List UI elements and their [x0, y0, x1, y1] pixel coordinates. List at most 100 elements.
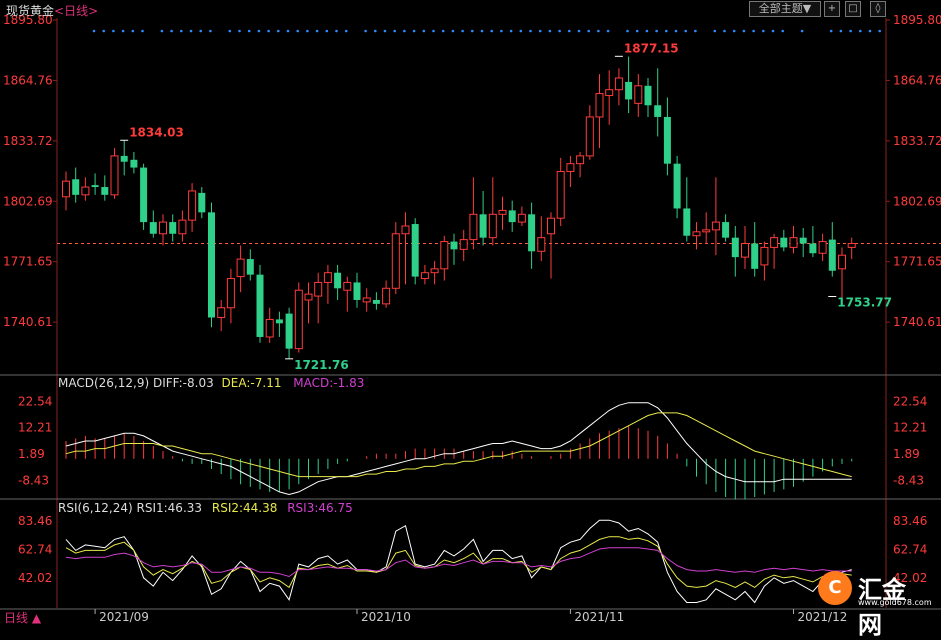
- chart-canvas[interactable]: 1895.80 1895.801864.76 1864.761833.72 1833.…: [0, 0, 941, 627]
- marker-dot: [160, 29, 164, 33]
- candle-body-up: [343, 281, 352, 291]
- candle-body-up: [391, 233, 400, 289]
- macd-tick-label-left: 12.21: [18, 421, 52, 435]
- price-tick-label-left: 1740.61: [3, 315, 53, 329]
- candle-body-down: [208, 212, 215, 318]
- marker-dot: [519, 29, 523, 33]
- marker-dot: [723, 29, 726, 33]
- date-label: 2021/10: [361, 610, 411, 624]
- marker-dot: [315, 29, 319, 33]
- candle-body-up: [226, 278, 235, 309]
- candle-body-down: [169, 222, 177, 234]
- candle-body-up: [304, 293, 313, 301]
- marker-dot: [92, 29, 96, 33]
- candle-body-up: [847, 243, 856, 248]
- marker-dot: [655, 29, 658, 33]
- marker-dot: [170, 29, 173, 33]
- rsi-legend: RSI(6,12,24) RSI1:46.33 RSI2:44.38 RSI3:…: [58, 501, 353, 515]
- candle-body-down: [198, 192, 206, 213]
- price-tick-label-right: 1802.69: [893, 194, 941, 208]
- marker-dot: [771, 29, 775, 33]
- marker-dot: [238, 29, 241, 33]
- top-bar: 现货黄金<日线> 全部主题▼ + □ ◊: [0, 0, 941, 18]
- candle-body-up: [81, 186, 90, 196]
- candle-body-down: [731, 237, 739, 258]
- macd-legend: MACD(26,12,9) DIFF:-8.03 DEA:-7.11 MACD:…: [58, 376, 364, 390]
- candle-body-down: [120, 155, 128, 162]
- candle-body-down: [256, 274, 264, 337]
- rsi-tick-label-right: 62.74: [893, 542, 927, 556]
- marker-dot: [626, 29, 629, 33]
- marker-dot: [180, 29, 183, 33]
- candle-body-down: [334, 272, 342, 289]
- marker-dot: [645, 29, 649, 33]
- marker-dot: [451, 29, 455, 33]
- candle-body-down: [72, 179, 80, 195]
- logo-icon: C: [818, 571, 852, 605]
- rsi-tick-label-left: 83.46: [18, 514, 52, 528]
- marker-dot: [403, 29, 406, 33]
- candle-body-up: [178, 219, 187, 235]
- candle-body-up: [488, 213, 497, 239]
- marker-dot: [568, 29, 571, 33]
- marker-dot: [247, 29, 251, 33]
- marker-dot: [859, 29, 862, 33]
- instrument-name: 现货黄金: [6, 4, 55, 18]
- price-tick-label-left: 1833.72: [3, 134, 53, 148]
- candle-body-up: [430, 268, 439, 274]
- marker-dot: [597, 29, 600, 33]
- date-label: 2021/12: [798, 610, 848, 624]
- candle-body-down: [683, 208, 691, 236]
- settings-icon[interactable]: ◊: [870, 1, 886, 17]
- dea-value-label: DEA:-7.11: [221, 376, 282, 390]
- price-tick-label-left: 1771.65: [3, 255, 53, 269]
- rsi2-line: [65, 536, 852, 589]
- rsi2-value-label: RSI2:44.38: [211, 501, 278, 515]
- candle-body-up: [110, 155, 119, 196]
- macd-dea-line: [65, 412, 852, 478]
- marker-dot: [674, 29, 678, 33]
- marker-dot: [752, 29, 755, 33]
- marker-dot: [742, 29, 746, 33]
- crosshair-icon[interactable]: +: [824, 1, 840, 17]
- candle-body-up: [517, 213, 526, 223]
- marker-dot: [538, 29, 542, 33]
- timeframe-selector[interactable]: 日线 ▲: [0, 610, 41, 627]
- timeframe-label[interactable]: <日线>: [54, 4, 98, 18]
- marker-dot: [374, 29, 377, 33]
- candle-body-up: [159, 221, 167, 235]
- rsi-params-label: RSI(6,12,24): [58, 501, 133, 515]
- candle-body-up: [702, 229, 711, 233]
- marker-dot: [412, 29, 416, 33]
- marker-dot: [277, 29, 280, 33]
- macd-tick-label-left: 22.54: [18, 394, 52, 408]
- candle-body-down: [828, 239, 836, 271]
- candle-body-up: [420, 272, 429, 280]
- theme-dropdown-button[interactable]: 全部主题▼: [749, 1, 821, 17]
- rsi1-value-label: RSI1:46.33: [136, 501, 203, 515]
- rsi1-line: [65, 519, 852, 604]
- marker-dot: [335, 29, 338, 33]
- marker-dot: [121, 29, 125, 33]
- candle-body-up: [741, 243, 749, 258]
- candle-body-up: [459, 239, 468, 250]
- marker-dot: [325, 29, 329, 33]
- candle-body-up: [62, 180, 70, 198]
- candle-body-down: [149, 222, 157, 234]
- marker-dot: [509, 29, 513, 33]
- candle-body-down: [140, 167, 148, 223]
- macd-value-label: MACD:-1.83: [293, 376, 365, 390]
- marker-dot: [422, 29, 426, 33]
- candle-body-up: [294, 289, 303, 350]
- expand-icon[interactable]: □: [845, 1, 861, 17]
- marker-dot: [694, 29, 697, 33]
- marker-dot: [762, 29, 765, 33]
- marker-dot: [868, 29, 872, 33]
- marker-dot: [344, 29, 348, 33]
- candle-body-down: [780, 237, 788, 248]
- rsi-tick-label-left: 62.74: [18, 542, 52, 556]
- candle-body-down: [809, 243, 817, 254]
- price-tick-label-left: 1864.76: [3, 73, 53, 87]
- marker-dot: [364, 29, 367, 33]
- marker-dot: [684, 29, 687, 33]
